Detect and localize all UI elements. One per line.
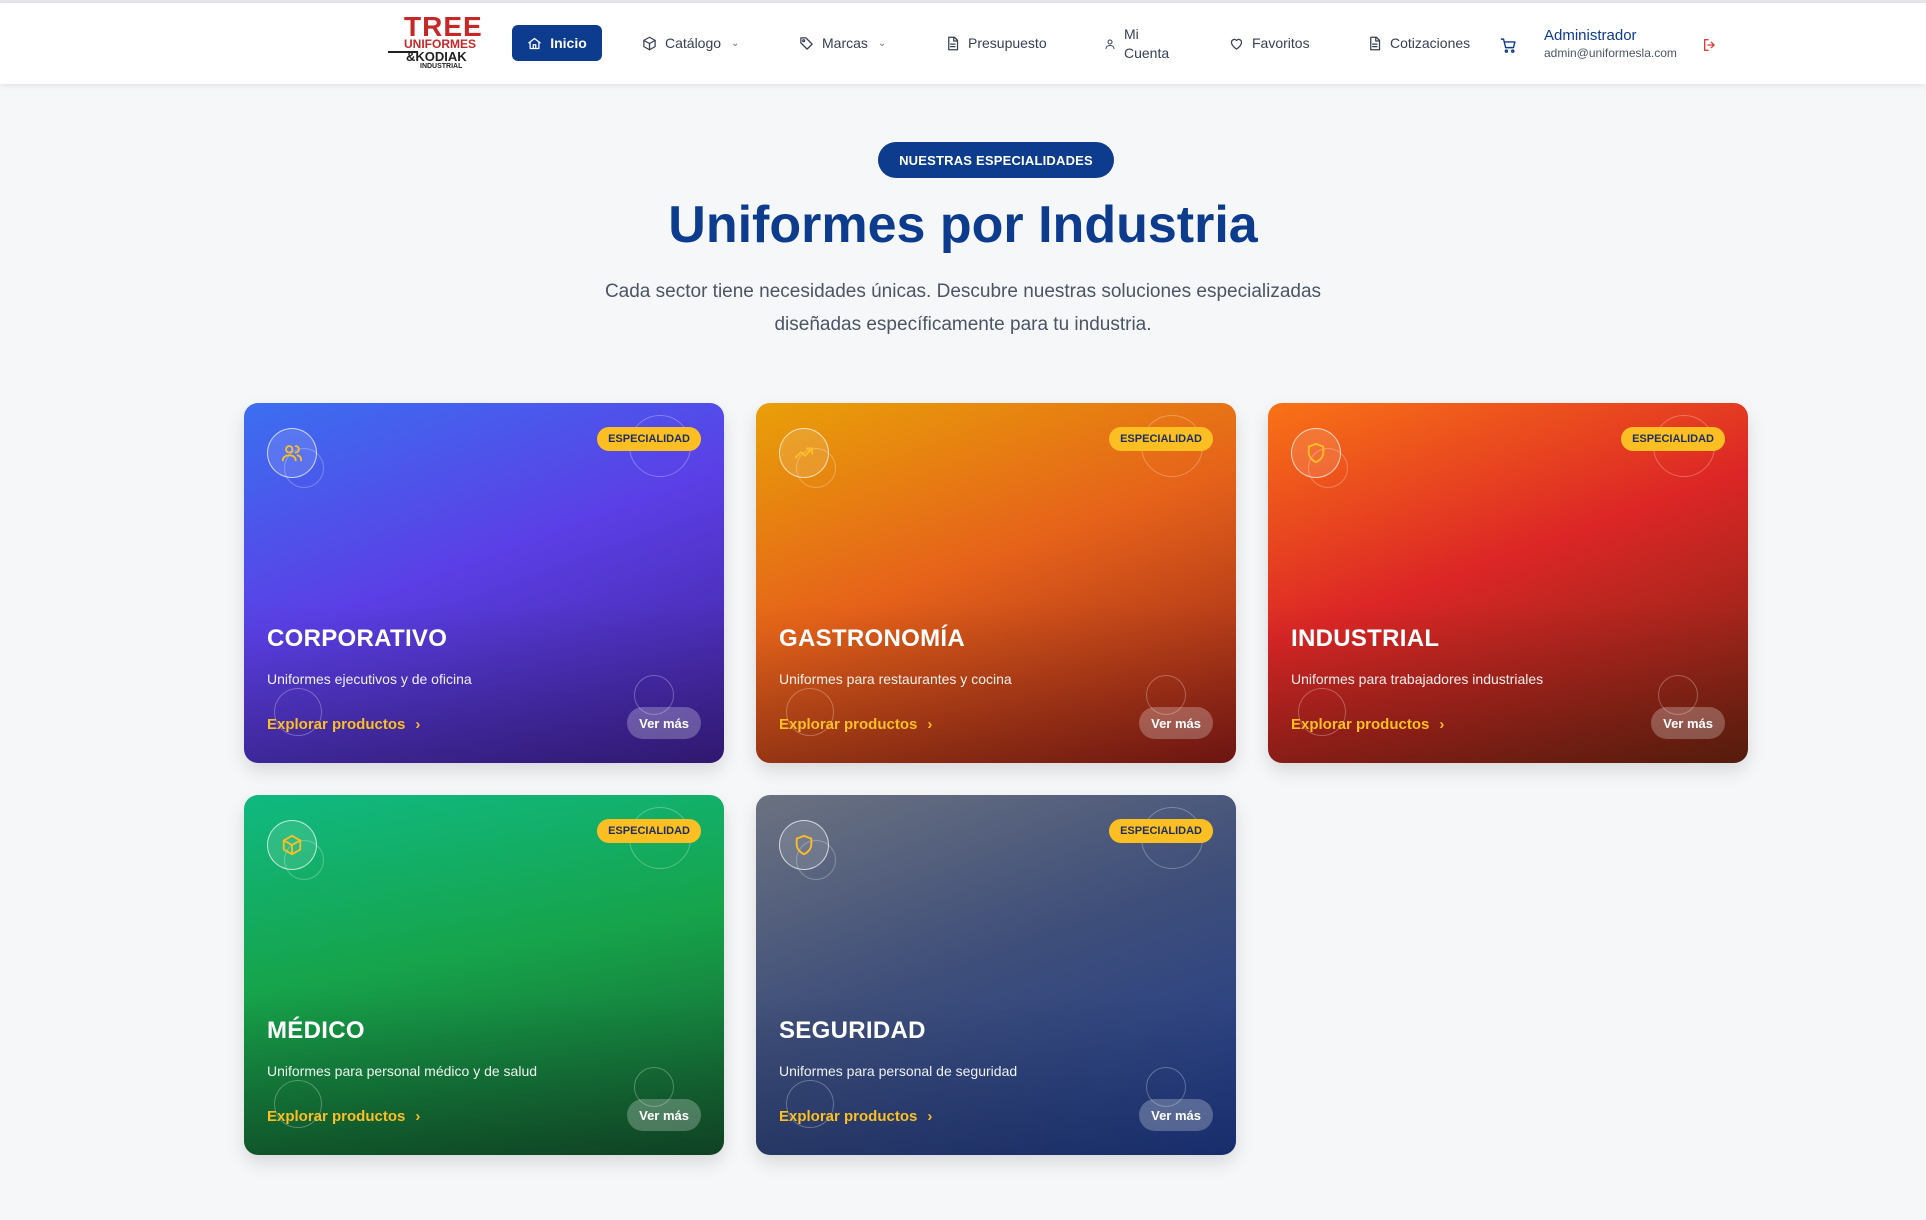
subtitle-line-2: diseñadas específicamente para tu indust… (774, 314, 1152, 335)
chevron-down-icon: ⌄ (877, 37, 887, 49)
industry-card-seguridad[interactable]: ESPECIALIDAD SEGURIDAD Uniformes para pe… (756, 795, 1236, 1155)
explore-label: Explorar productos (267, 1108, 406, 1125)
nav-account-label-1: Mi (1124, 26, 1139, 42)
user-email: admin@uniformesla.com (1544, 46, 1677, 60)
card-description: Uniformes ejecutivos y de oficina (267, 671, 472, 687)
nav-home[interactable]: Inicio (512, 25, 602, 61)
nav-brands-label: Marcas (822, 35, 868, 51)
card-icon-circle (1291, 428, 1341, 478)
nav-budget[interactable]: Presupuesto (945, 25, 1047, 61)
brand-logo[interactable]: TREE UNIFORMES &KODIAK INDUSTRIAL (386, 13, 482, 73)
ver-mas-button[interactable]: Ver más (1139, 707, 1213, 739)
home-icon (528, 37, 541, 49)
section-pill: NUESTRAS ESPECIALIDADES (878, 142, 1114, 178)
explore-label: Explorar productos (267, 716, 406, 733)
ver-mas-button[interactable]: Ver más (1651, 707, 1725, 739)
card-title: SEGURIDAD (779, 1017, 926, 1044)
specialty-badge: ESPECIALIDAD (1109, 819, 1213, 843)
shield-icon (1307, 442, 1325, 464)
card-description: Uniformes para trabajadores industriales (1291, 671, 1544, 687)
card-icon-circle (779, 428, 829, 478)
explore-label: Explorar productos (779, 716, 918, 733)
box-icon (643, 36, 656, 50)
industry-card-medico[interactable]: ESPECIALIDAD MÉDICO Uniformes para perso… (244, 795, 724, 1155)
chevron-right-icon: › (927, 1108, 933, 1125)
explore-products-link[interactable]: Explorar productos › (779, 1108, 932, 1125)
box-icon (282, 834, 302, 856)
users-icon (281, 445, 303, 462)
industry-card-gastronomia[interactable]: ESPECIALIDAD GASTRONOMÍA Uniformes para … (756, 403, 1236, 763)
logo-text-industrial: INDUSTRIAL (420, 63, 463, 70)
nav-quotes[interactable]: Cotizaciones (1367, 25, 1470, 61)
card-icon-circle (267, 428, 317, 478)
tag-icon (800, 36, 813, 50)
user-name: Administrador (1544, 27, 1637, 44)
page-subtitle: Cada sector tiene necesidades únicas. De… (563, 275, 1363, 341)
explore-products-link[interactable]: Explorar productos › (779, 716, 932, 733)
ver-mas-button[interactable]: Ver más (627, 1099, 701, 1131)
user-info[interactable]: Administrador admin@uniformesla.com (1544, 27, 1677, 61)
specialty-badge: ESPECIALIDAD (597, 819, 701, 843)
site-header: TREE UNIFORMES &KODIAK INDUSTRIAL Inicio… (0, 3, 1926, 84)
user-icon (1105, 39, 1115, 49)
specialty-badge: ESPECIALIDAD (1621, 427, 1725, 451)
card-title: INDUSTRIAL (1291, 625, 1440, 652)
nav-account-label-2: Cuenta (1124, 45, 1170, 61)
card-description: Uniformes para personal médico y de salu… (267, 1063, 538, 1079)
explore-label: Explorar productos (779, 1108, 918, 1125)
trending-up-icon (794, 447, 814, 459)
subtitle-line-1: Cada sector tiene necesidades únicas. De… (604, 281, 1322, 302)
page-title: Uniformes por Industria (668, 196, 1258, 254)
nav-home-label: Inicio (550, 35, 587, 51)
explore-products-link[interactable]: Explorar productos › (267, 716, 420, 733)
nav-brands[interactable]: Marcas ⌄ (799, 25, 886, 61)
industry-card-corporativo[interactable]: ESPECIALIDAD CORPORATIVO Uniformes ejecu… (244, 403, 724, 763)
card-description: Uniformes para restaurantes y cocina (779, 671, 1012, 687)
explore-products-link[interactable]: Explorar productos › (267, 1108, 420, 1125)
chevron-right-icon: › (415, 716, 421, 733)
nav-quotes-label: Cotizaciones (1390, 35, 1471, 51)
explore-products-link[interactable]: Explorar productos › (1291, 716, 1444, 733)
explore-label: Explorar productos (1291, 716, 1430, 733)
shield-icon (795, 834, 813, 856)
cart-icon (1500, 38, 1516, 53)
card-icon-circle (779, 820, 829, 870)
logo-text-kodiak: &KODIAK (406, 49, 467, 64)
specialty-badge: ESPECIALIDAD (1109, 427, 1213, 451)
card-title: MÉDICO (267, 1017, 365, 1044)
chevron-right-icon: › (1439, 716, 1445, 733)
card-description: Uniformes para personal de seguridad (779, 1063, 1018, 1079)
document-icon (1370, 36, 1381, 50)
document-icon (948, 36, 959, 50)
chevron-right-icon: › (927, 716, 933, 733)
card-title: CORPORATIVO (267, 625, 448, 652)
industry-card-industrial[interactable]: ESPECIALIDAD INDUSTRIAL Uniformes para t… (1268, 403, 1748, 763)
card-title: GASTRONOMÍA (779, 625, 965, 652)
nav-favorites[interactable]: Favoritos (1229, 25, 1310, 61)
ver-mas-button[interactable]: Ver más (627, 707, 701, 739)
heart-icon (1230, 38, 1243, 50)
chevron-right-icon: › (415, 1108, 421, 1125)
nav-favorites-label: Favoritos (1252, 35, 1310, 51)
specialty-badge: ESPECIALIDAD (597, 427, 701, 451)
card-icon-circle (267, 820, 317, 870)
nav-catalog-label: Catálogo (665, 35, 722, 51)
logout-button[interactable] (1702, 37, 1718, 53)
chevron-down-icon: ⌄ (731, 37, 740, 49)
nav-account[interactable]: Mi Cuenta (1104, 23, 1169, 65)
nav-catalog[interactable]: Catálogo ⌄ (642, 25, 739, 61)
nav-budget-label: Presupuesto (968, 35, 1047, 51)
ver-mas-button[interactable]: Ver más (1139, 1099, 1213, 1131)
cart-button[interactable] (1500, 37, 1517, 54)
logout-icon (1704, 39, 1715, 51)
